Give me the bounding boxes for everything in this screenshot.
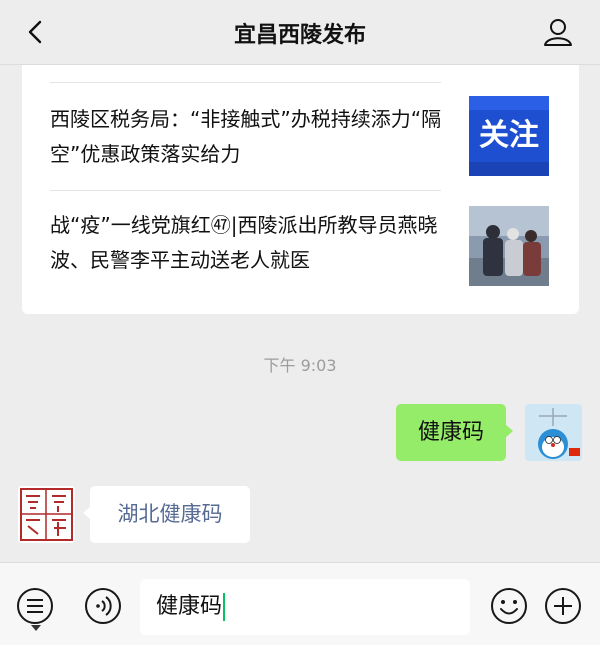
incoming-message-link[interactable]: 湖北健康码 — [118, 502, 223, 526]
article-title: 战“疫”一线党旗红㊼|西陵派出所教导员燕晓波、民警李平主动送老人就医 — [50, 213, 438, 272]
official-account-avatar[interactable] — [18, 486, 75, 543]
article-thumbnail: 关注 — [469, 96, 549, 176]
article-item[interactable]: 西陵区税务局：“非接触式”办税持续添力“隔空”优惠政策落实给力 关注 — [22, 82, 579, 190]
menu-expand-indicator — [31, 625, 41, 631]
article-thumbnail — [469, 206, 549, 286]
seal-logo-image — [18, 486, 75, 543]
emoji-icon[interactable] — [490, 587, 528, 625]
input-bar: 健康码 — [0, 562, 600, 645]
doraemon-avatar-image — [525, 404, 582, 461]
outgoing-message-bubble[interactable]: 健康码 — [396, 404, 513, 461]
article-card: 西陵区税务局：“非接触式”办税持续添力“隔空”优惠政策落实给力 关注 战“疫”一… — [22, 40, 579, 314]
message-input[interactable]: 健康码 — [140, 579, 470, 635]
incoming-message-bubble[interactable]: 湖北健康码 — [83, 486, 250, 543]
text-cursor — [223, 593, 226, 621]
plus-icon[interactable] — [544, 587, 582, 625]
thumbnail-label: 关注 — [479, 118, 539, 153]
voice-icon[interactable] — [84, 587, 122, 625]
message-input-text: 健康码 — [156, 594, 223, 619]
article-item[interactable]: 战“疫”一线党旗红㊼|西陵派出所教导员燕晓波、民警李平主动送老人就医 — [22, 190, 579, 314]
person-icon[interactable] — [542, 16, 574, 48]
page-title: 宜昌西陵发布 — [233, 23, 366, 48]
article-title: 西陵区税务局：“非接触式”办税持续添力“隔空”优惠政策落实给力 — [50, 107, 442, 166]
menu-list-icon[interactable] — [16, 587, 54, 625]
bubble-tail — [505, 424, 513, 438]
police-photo-image — [469, 206, 549, 286]
user-avatar[interactable] — [525, 404, 582, 461]
bubble-tail — [83, 506, 91, 520]
header-bar: 宜昌西陵发布 — [0, 0, 600, 65]
chat-timestamp: 下午 9:03 — [263, 356, 337, 375]
outgoing-message-text: 健康码 — [417, 420, 484, 445]
